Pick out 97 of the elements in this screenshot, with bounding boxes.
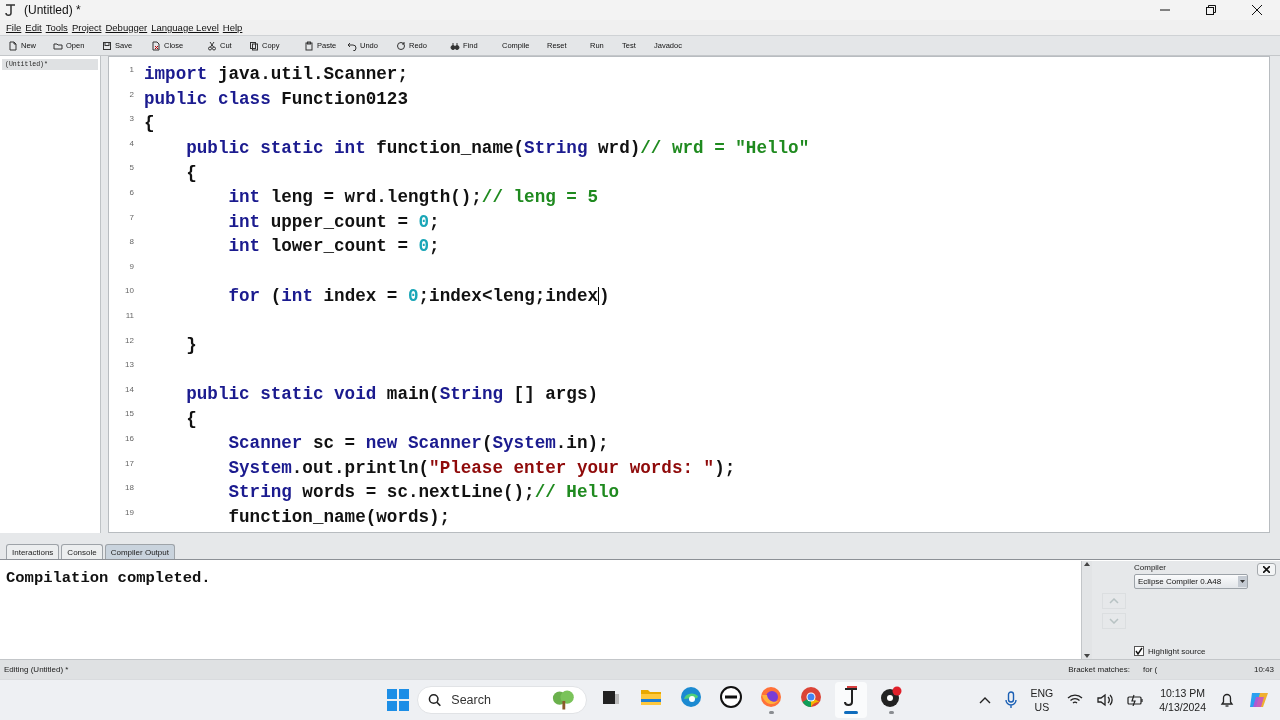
line-number: 7 bbox=[128, 211, 134, 222]
compiler-output-text: Compilation completed. bbox=[5, 568, 211, 587]
fox-browser-icon bbox=[760, 686, 782, 708]
menu-item[interactable]: Edit bbox=[25, 22, 42, 33]
document-close-icon bbox=[151, 40, 161, 51]
document-icon bbox=[8, 40, 18, 51]
code-line: { bbox=[185, 408, 197, 429]
scroll-up-icon[interactable] bbox=[1084, 561, 1090, 567]
highlight-source-checkbox[interactable]: Highlight source bbox=[1134, 646, 1248, 656]
line-number: 2 bbox=[128, 88, 134, 99]
line-number: 13 bbox=[124, 359, 134, 370]
undo-arrow-icon bbox=[347, 40, 357, 51]
recorder-icon bbox=[879, 686, 903, 708]
taskbar-app-button[interactable] bbox=[835, 682, 867, 718]
code-editor[interactable] bbox=[108, 56, 1270, 533]
windows-start-icon[interactable] bbox=[387, 689, 409, 711]
line-number: 8 bbox=[128, 236, 134, 247]
panel-tab[interactable]: Compiler Output bbox=[104, 544, 175, 559]
line-number: 11 bbox=[124, 309, 134, 320]
close-panel-button[interactable] bbox=[1257, 563, 1276, 576]
code-line: int upper_count = 0; bbox=[227, 211, 440, 232]
copy-icon bbox=[249, 40, 259, 51]
line-number: 18 bbox=[124, 482, 134, 493]
code-line: System.out.println("Please enter your words: "); bbox=[227, 457, 736, 478]
line-number: 4 bbox=[128, 137, 134, 148]
bracket-match-text: for ( bbox=[1142, 665, 1159, 674]
code-line: String words = sc.nextLine();// Hello bbox=[227, 482, 620, 503]
code-line: int lower_count = 0; bbox=[227, 236, 440, 257]
menu-item[interactable]: Help bbox=[222, 22, 243, 33]
scrollbar[interactable] bbox=[1081, 561, 1092, 659]
search-field[interactable]: Search bbox=[417, 686, 587, 714]
browser-icon bbox=[800, 686, 822, 708]
browser-icon bbox=[680, 686, 702, 708]
code-line: { bbox=[144, 113, 155, 134]
code-line: } bbox=[185, 334, 197, 355]
battery-icon[interactable] bbox=[1127, 694, 1146, 706]
code-line: import java.util.Scanner; bbox=[144, 64, 408, 85]
line-number: 16 bbox=[124, 432, 134, 443]
chevron-up-icon bbox=[1109, 598, 1119, 604]
checkmark-icon bbox=[1135, 647, 1143, 655]
line-number: 15 bbox=[124, 408, 134, 419]
binoculars-icon bbox=[450, 40, 460, 51]
scissors-icon bbox=[207, 40, 217, 51]
code-line: public static void main(String [] args) bbox=[185, 384, 599, 404]
line-number: 19 bbox=[124, 506, 134, 517]
search-icon bbox=[428, 693, 442, 707]
line-number: 10 bbox=[124, 285, 134, 296]
restore-icon bbox=[1206, 5, 1216, 15]
compiler-select[interactable]: Eclipse Compiler 0.A48 bbox=[1134, 574, 1248, 589]
bracket-label: Bracket matches: bbox=[1068, 665, 1130, 674]
app-logo-icon bbox=[4, 3, 16, 17]
code-line: { bbox=[185, 162, 197, 183]
speaker-icon[interactable] bbox=[1097, 693, 1114, 707]
menu-item[interactable]: Tools bbox=[45, 22, 68, 33]
line-number: 17 bbox=[124, 457, 134, 468]
code-line: for (int index = 0;index<leng;index) bbox=[227, 285, 610, 306]
folder-icon bbox=[53, 40, 63, 51]
clock-time[interactable]: 10:13 PM bbox=[1160, 686, 1206, 700]
compiler-label: Compiler bbox=[1134, 563, 1167, 572]
code-line: int leng = wrd.length();// leng = 5 bbox=[227, 187, 598, 208]
menu-item[interactable]: File bbox=[6, 22, 22, 33]
code-line: Scanner sc = new Scanner(System.in); bbox=[227, 433, 609, 454]
line-number: 5 bbox=[128, 162, 134, 173]
line-number: 12 bbox=[124, 334, 134, 345]
close-icon bbox=[1263, 566, 1270, 573]
tree-icon bbox=[551, 689, 576, 711]
chevron-down-icon bbox=[1109, 618, 1119, 624]
circle-logo-icon bbox=[720, 686, 742, 708]
status-message: Editing (Untitled) * bbox=[4, 665, 69, 674]
clipboard-icon bbox=[304, 40, 314, 51]
menu-item[interactable]: Debugger bbox=[105, 22, 148, 33]
line-number: 6 bbox=[128, 186, 134, 197]
wifi-icon[interactable] bbox=[1067, 694, 1084, 706]
panel-tab[interactable]: Console bbox=[61, 544, 103, 559]
search-input[interactable]: Search bbox=[451, 693, 542, 707]
cursor-position: 10:43 bbox=[1253, 665, 1274, 674]
menu-item[interactable]: Language Level bbox=[151, 22, 219, 33]
code-line: public class Function0123 bbox=[144, 88, 408, 109]
line-number: 14 bbox=[124, 383, 134, 394]
folder-icon bbox=[640, 687, 662, 707]
line-number: 1 bbox=[128, 64, 134, 74]
microphone-icon[interactable] bbox=[1004, 691, 1017, 709]
line-number: 3 bbox=[128, 113, 134, 124]
chevron-up-icon[interactable] bbox=[978, 696, 991, 704]
text-cursor bbox=[598, 286, 600, 305]
close-icon bbox=[1252, 5, 1262, 15]
code-line: function_name(words); bbox=[227, 507, 451, 527]
input-language[interactable]: ENG bbox=[1030, 686, 1054, 700]
clock-date[interactable]: 4/13/2024 bbox=[1159, 700, 1206, 714]
ide-logo-icon bbox=[842, 686, 860, 708]
notification-bell-icon[interactable] bbox=[1220, 692, 1234, 708]
code-line: public static int function_name(String wrd)// wrd = "Hello" bbox=[185, 138, 810, 159]
line-number: 9 bbox=[128, 260, 134, 271]
window-title: (Untitled) * bbox=[24, 3, 81, 17]
menu-item[interactable]: Project bbox=[71, 22, 102, 33]
panel-tab[interactable]: Interactions bbox=[6, 544, 60, 559]
input-region[interactable]: US bbox=[1034, 700, 1050, 714]
